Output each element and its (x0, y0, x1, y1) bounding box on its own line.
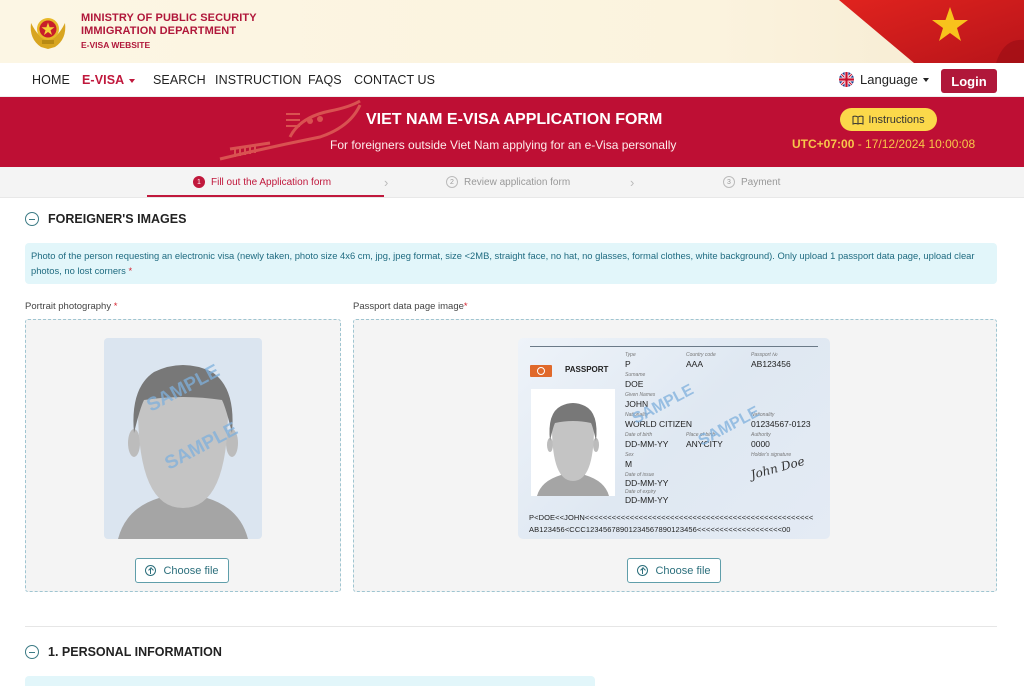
dob-label: Date of birth (625, 432, 653, 438)
passport-label: Passport data page image* (353, 301, 468, 312)
upload-requirements-note: Photo of the person requesting an electr… (25, 243, 997, 284)
progress-stepper: 1 Fill out the Application form › 2 Revi… (0, 167, 1024, 198)
nav-faqs[interactable]: FAQS (308, 73, 342, 87)
authority-value: 0000 (751, 439, 770, 449)
passport-label-text: Passport data page image (353, 301, 464, 312)
uk-flag-icon (839, 72, 854, 87)
surname-value: DOE (625, 379, 644, 389)
brand-line-website: E-VISA WEBSITE (81, 40, 151, 50)
site-header: MINISTRY OF PUBLIC SECURITY IMMIGRATION … (0, 0, 1024, 63)
step-fill-form[interactable]: 1 Fill out the Application form (193, 176, 331, 188)
collapse-icon (25, 645, 39, 659)
instructions-button[interactable]: Instructions (840, 108, 937, 131)
signature-label: Holder's signature (751, 452, 792, 458)
surname-label: Surname (625, 372, 646, 378)
step-payment[interactable]: 3 Payment (723, 176, 780, 188)
nav-e-visa-label: E-VISA (82, 73, 125, 87)
issue-value: DD-MM-YY (625, 478, 669, 488)
passport-top-rule (530, 346, 818, 347)
portrait-sample-image: SAMPLE SAMPLE (104, 338, 262, 539)
authority-label: Authority (751, 432, 771, 438)
nav-e-visa[interactable]: E-VISA (82, 73, 136, 87)
country-code-label: Country code (686, 352, 716, 358)
given-names-label: Given Names (625, 392, 656, 398)
sex-value: M (625, 459, 633, 469)
chevron-down-icon (922, 77, 929, 82)
section-divider (25, 626, 997, 627)
sex-label: Sex (625, 452, 634, 458)
required-mark: * (113, 301, 118, 312)
login-button[interactable]: Login (941, 69, 997, 93)
step-label: Review application form (464, 176, 571, 188)
chevron-right-icon: › (384, 175, 389, 190)
chevron-down-icon (129, 78, 136, 83)
passport-heading: PASSPORT (565, 365, 609, 374)
step-number: 3 (723, 176, 735, 188)
upload-icon (145, 565, 157, 576)
choose-file-label: Choose file (655, 564, 711, 577)
page-title: VIET NAM E-VISA APPLICATION FORM (366, 111, 663, 128)
portrait-label-text: Portrait photography (25, 301, 112, 312)
lac-bird-decoration-icon (219, 99, 362, 161)
brand-line-ministry: MINISTRY OF PUBLIC SECURITY (81, 12, 257, 24)
passport-logo-icon (530, 365, 552, 377)
personal-info-note (25, 676, 595, 686)
book-icon (852, 115, 864, 125)
holder-signature: John Doe (749, 454, 807, 482)
police-emblem-icon (30, 18, 66, 49)
choose-file-label: Choose file (163, 564, 219, 577)
datetime: 17/12/2024 10:00:08 (865, 137, 976, 151)
type-label: Type (625, 352, 636, 358)
step-review[interactable]: 2 Review application form (446, 176, 570, 188)
passport-no-value: AB123456 (751, 359, 791, 369)
section-title: FOREIGNER'S IMAGES (48, 212, 187, 226)
passport-photo (531, 389, 615, 496)
country-code-value: AAA (686, 359, 704, 369)
dob-value: DD-MM-YY (625, 439, 669, 449)
mrz-line-1: P<DOE<<JOHN<<<<<<<<<<<<<<<<<<<<<<<<<<<<<… (529, 513, 814, 522)
passport-choose-file-button[interactable]: Choose file (627, 558, 721, 583)
upload-icon (637, 565, 649, 576)
vietnam-flag-icon (839, 0, 1024, 63)
type-value: P (625, 359, 631, 369)
page-banner: VIET NAM E-VISA APPLICATION FORM For for… (0, 97, 1024, 167)
portrait-choose-file-button[interactable]: Choose file (135, 558, 229, 583)
nav-home[interactable]: HOME (32, 73, 70, 87)
timezone: UTC+07:00 (792, 137, 855, 151)
required-mark: * (463, 301, 468, 312)
brand-line-department: IMMIGRATION DEPARTMENT (81, 25, 237, 37)
section-toggle-personal-information[interactable]: 1. PERSONAL INFORMATION (25, 645, 222, 659)
section-title: 1. PERSONAL INFORMATION (48, 645, 222, 659)
required-mark: * (128, 265, 133, 276)
section-toggle-foreigners-images[interactable]: FOREIGNER'S IMAGES (25, 212, 186, 226)
nav-contact-us[interactable]: CONTACT US (354, 73, 435, 87)
nav-search[interactable]: SEARCH (153, 73, 206, 87)
nav-instruction[interactable]: INSTRUCTION (215, 73, 302, 87)
passport-sample-image: PASSPORT Type P Country code AAA Passpor… (518, 338, 830, 539)
step-number: 2 (446, 176, 458, 188)
step-label: Payment (741, 176, 781, 188)
passport-no-label: Passport № (751, 352, 778, 358)
server-clock: UTC+07:00 - 17/12/2024 10:00:08 (792, 137, 976, 151)
main-nav: HOME E-VISA SEARCH INSTRUCTION FAQS CONT… (0, 63, 1024, 97)
note-text: Photo of the person requesting an electr… (31, 250, 975, 276)
language-label: Language (860, 72, 918, 87)
portrait-label: Portrait photography * (25, 301, 117, 312)
active-step-indicator (147, 195, 384, 197)
chevron-right-icon: › (630, 175, 635, 190)
step-label: Fill out the Application form (211, 176, 332, 188)
collapse-icon (25, 212, 39, 226)
mrz-line-2: AB123456<CCC12345678901234567890123456<<… (529, 525, 791, 534)
instructions-label: Instructions (868, 113, 925, 126)
person-silhouette-icon (537, 403, 609, 496)
page-subtitle: For foreigners outside Viet Nam applying… (330, 138, 677, 152)
step-number: 1 (193, 176, 205, 188)
language-selector[interactable]: Language (839, 72, 929, 87)
expiry-value: DD-MM-YY (625, 495, 669, 505)
